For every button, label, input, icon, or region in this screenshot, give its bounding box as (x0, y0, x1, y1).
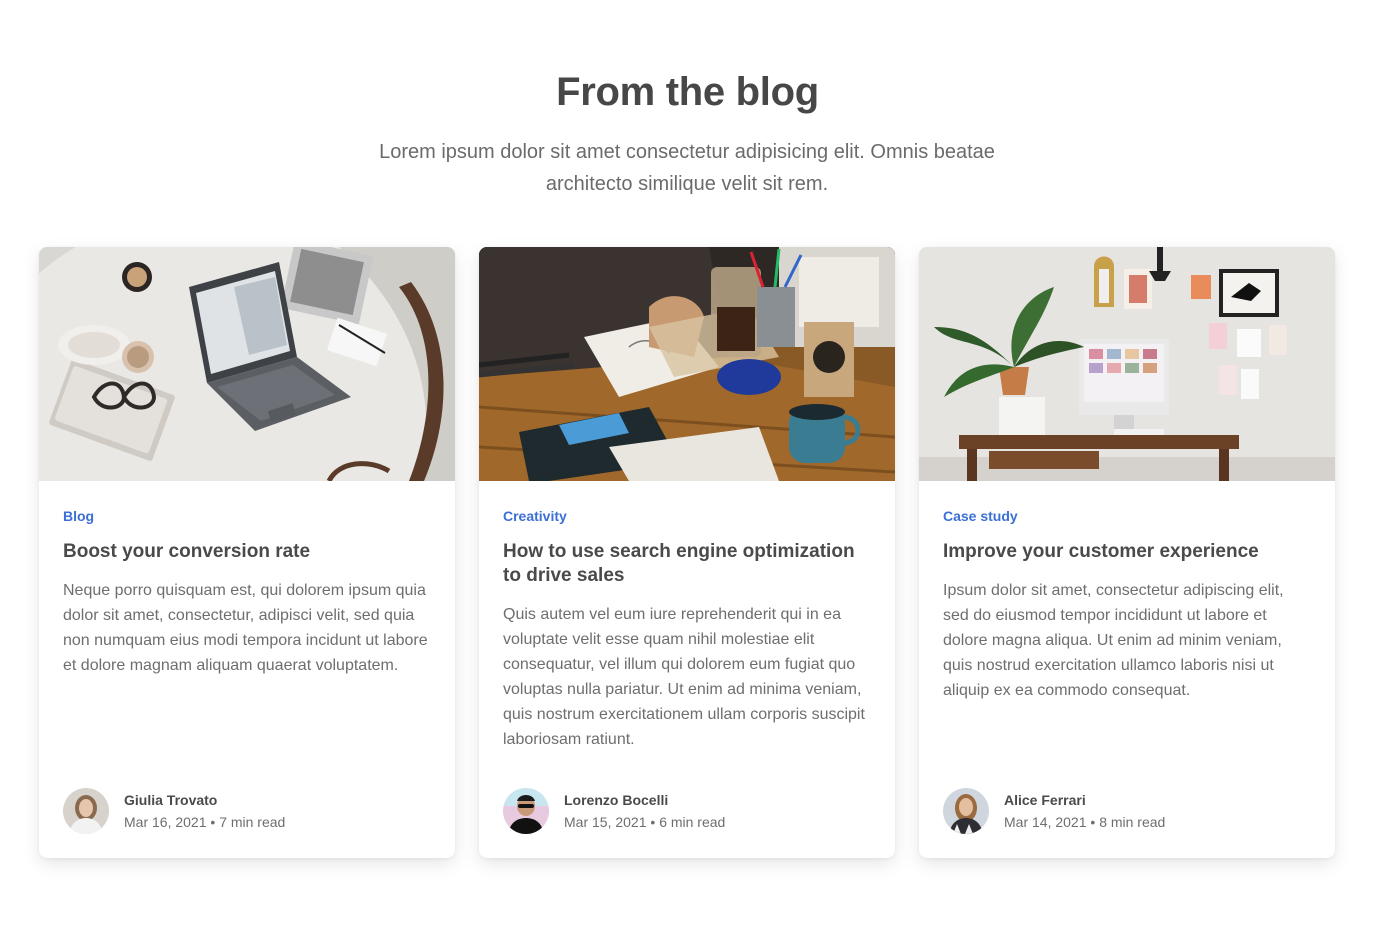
post-image-home-office[interactable] (919, 247, 1335, 481)
post-excerpt: Quis autem vel eum iure reprehenderit qu… (503, 606, 865, 748)
post-read-time: 6 min read (659, 814, 726, 830)
post-read-time: 8 min read (1099, 814, 1166, 830)
post-title-link[interactable]: How to use search engine optimization to… (503, 540, 871, 588)
meta-separator: • (1090, 814, 1096, 830)
post-date: Mar 15, 2021 (564, 814, 647, 830)
post-category-link[interactable]: Blog (63, 507, 431, 525)
post-image-laptop-desk[interactable] (39, 247, 455, 481)
blog-card[interactable]: Case study Improve your customer experie… (919, 247, 1335, 858)
post-excerpt: Ipsum dolor sit amet, consectetur adipis… (943, 582, 1284, 699)
author-meta: Alice Ferrari Mar 14, 2021 • 8 min read (1004, 790, 1165, 832)
avatar[interactable] (63, 788, 109, 834)
post-meta: Mar 15, 2021 • 6 min read (564, 812, 725, 832)
blog-cards: Blog Boost your conversion rate Neque po… (39, 247, 1335, 858)
post-category-link[interactable]: Creativity (503, 507, 871, 525)
blog-card[interactable]: Creativity How to use search engine opti… (479, 247, 895, 858)
author-avatar-icon (943, 788, 989, 834)
meta-separator: • (210, 814, 216, 830)
post-author: Giulia Trovato Mar 16, 2021 • 7 min read (63, 788, 285, 834)
post-title-link[interactable]: Improve your customer experience (943, 540, 1311, 564)
laptop-desk-photo-icon (39, 247, 455, 481)
post-title-link[interactable]: Boost your conversion rate (63, 540, 431, 564)
post-meta: Mar 16, 2021 • 7 min read (124, 812, 285, 832)
author-name-link[interactable]: Alice Ferrari (1004, 790, 1165, 810)
sketching-desk-photo-icon (479, 247, 895, 481)
post-read-time: 7 min read (219, 814, 286, 830)
post-meta: Mar 14, 2021 • 8 min read (1004, 812, 1165, 832)
home-office-photo-icon (919, 247, 1335, 481)
meta-separator: • (650, 814, 656, 830)
avatar[interactable] (503, 788, 549, 834)
post-date: Mar 14, 2021 (1004, 814, 1087, 830)
author-avatar-icon (503, 788, 549, 834)
post-image-sketching-desk[interactable] (479, 247, 895, 481)
section-subtitle: Lorem ipsum dolor sit amet consectetur a… (379, 141, 995, 195)
post-excerpt: Neque porro quisquam est, qui dolorem ip… (63, 582, 428, 674)
post-author: Lorenzo Bocelli Mar 15, 2021 • 6 min rea… (503, 788, 725, 834)
author-meta: Giulia Trovato Mar 16, 2021 • 7 min read (124, 790, 285, 832)
avatar[interactable] (943, 788, 989, 834)
author-name-link[interactable]: Giulia Trovato (124, 790, 285, 810)
author-avatar-icon (63, 788, 109, 834)
section-title: From the blog (556, 70, 819, 114)
post-author: Alice Ferrari Mar 14, 2021 • 8 min read (943, 788, 1165, 834)
blog-card[interactable]: Blog Boost your conversion rate Neque po… (39, 247, 455, 858)
blog-section: From the blog Lorem ipsum dolor sit amet… (0, 0, 1375, 939)
author-meta: Lorenzo Bocelli Mar 15, 2021 • 6 min rea… (564, 790, 725, 832)
author-name-link[interactable]: Lorenzo Bocelli (564, 790, 725, 810)
post-date: Mar 16, 2021 (124, 814, 207, 830)
post-category-link[interactable]: Case study (943, 507, 1311, 525)
